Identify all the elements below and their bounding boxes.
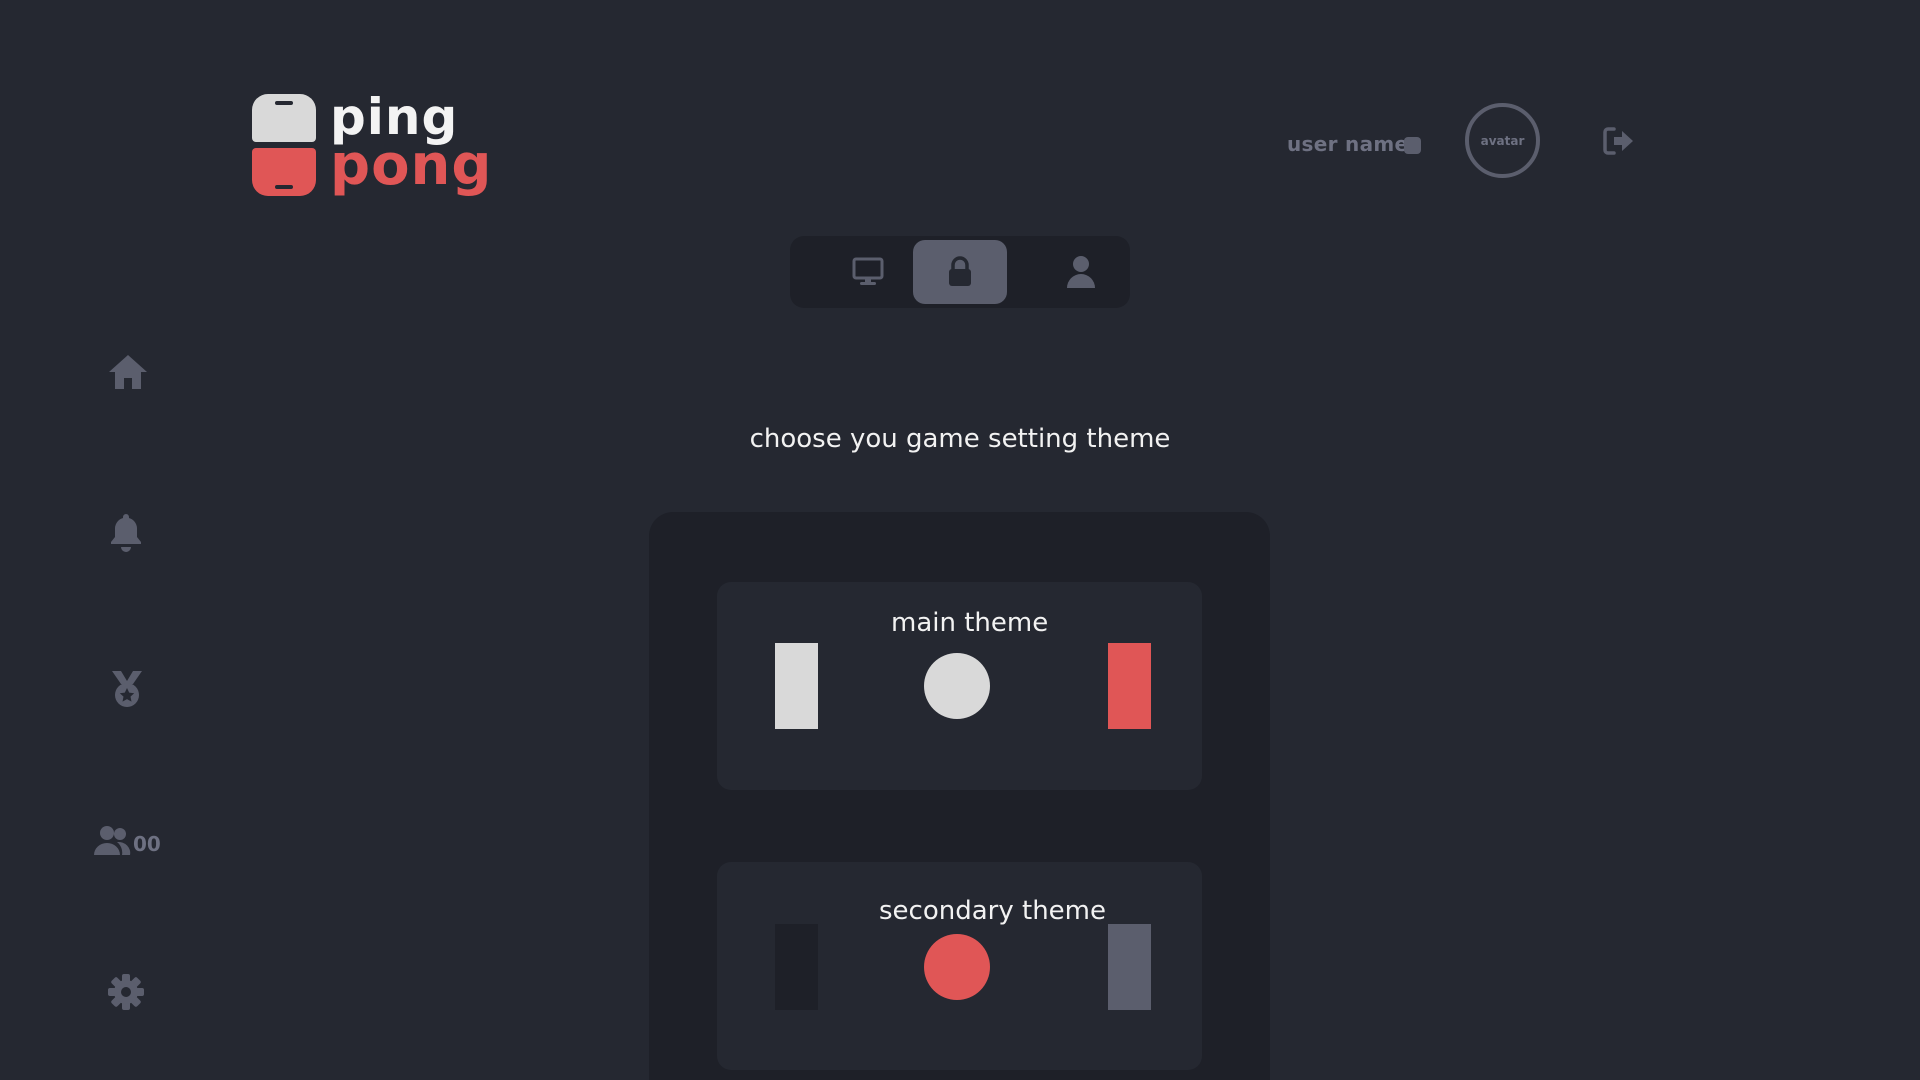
logout-button[interactable] (1600, 123, 1636, 159)
logout-icon (1603, 127, 1633, 155)
page-title-text: choose you game setting theme (749, 424, 1171, 454)
lock-icon (949, 256, 971, 286)
bell-icon (111, 514, 141, 552)
paddle-left-preview (775, 924, 818, 1010)
avatar-label: avatar (1480, 133, 1525, 148)
home-icon (109, 355, 147, 389)
username-label: user name (1287, 132, 1409, 156)
monitor-icon (852, 257, 884, 285)
ball-preview (924, 934, 990, 1000)
page-title: choose you game setting theme (0, 424, 1920, 454)
tab-security[interactable] (913, 240, 1007, 304)
paddle-right-preview (1108, 924, 1151, 1010)
logo-capsule-icon (252, 94, 316, 196)
sidebar-item-achievements[interactable] (108, 668, 146, 710)
avatar[interactable]: avatar (1465, 103, 1540, 178)
theme-option-main[interactable]: main theme (717, 582, 1202, 790)
sidebar-item-settings[interactable] (106, 972, 146, 1012)
paddle-right-preview (1108, 643, 1151, 729)
gear-icon (108, 974, 144, 1010)
theme-panel: main theme secondary theme (649, 512, 1270, 1080)
app-root: ping pong user name avatar 00 choose you… (0, 0, 1920, 1080)
ball-preview (924, 653, 990, 719)
theme-option-secondary[interactable]: secondary theme (717, 862, 1202, 1070)
settings-tabs (790, 236, 1130, 308)
status-indicator (1404, 137, 1421, 154)
user-icon (1067, 256, 1095, 288)
sidebar-item-friends[interactable] (92, 824, 132, 858)
sidebar-item-notifications[interactable] (106, 510, 146, 554)
medal-icon (112, 671, 142, 707)
sidebar-item-home[interactable] (106, 352, 150, 392)
theme-label: main theme (891, 608, 1049, 638)
logo-word-pong: pong (330, 133, 493, 198)
paddle-left-preview (775, 643, 818, 729)
ping-pong-logo[interactable]: ping pong (250, 92, 510, 202)
friends-count: 00 (133, 832, 161, 856)
tab-display[interactable] (821, 240, 915, 304)
users-icon (94, 826, 131, 855)
theme-label: secondary theme (879, 896, 1106, 926)
tab-profile[interactable] (1034, 240, 1128, 304)
